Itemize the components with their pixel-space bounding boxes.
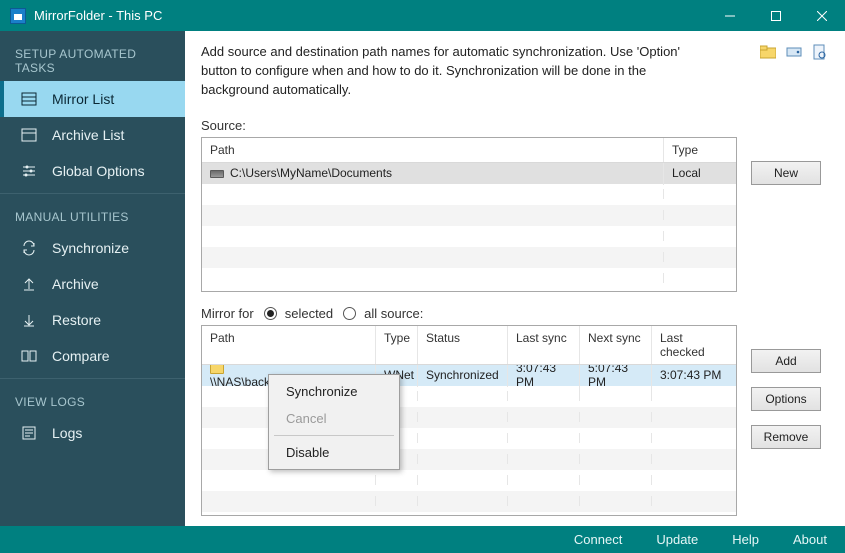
remove-button[interactable]: Remove — [751, 425, 821, 449]
radio-selected[interactable] — [264, 307, 277, 320]
sidebar: SETUP AUTOMATED TASKS Mirror List Archiv… — [0, 31, 185, 526]
sidebar-header-logs: VIEW LOGS — [0, 383, 185, 415]
sidebar-header-setup: SETUP AUTOMATED TASKS — [0, 35, 185, 81]
sidebar-item-archive-list[interactable]: Archive List — [0, 117, 185, 153]
mirror-for-label: Mirror for — [201, 306, 254, 321]
source-grid: Path Type C:\Users\MyName\Documents Loca… — [201, 137, 737, 292]
sliders-icon — [20, 163, 38, 179]
context-menu: Synchronize Cancel Disable — [268, 374, 400, 470]
context-menu-disable[interactable]: Disable — [272, 439, 396, 466]
window-title: MirrorFolder - This PC — [34, 8, 707, 23]
status-connect[interactable]: Connect — [574, 532, 622, 547]
source-label: Source: — [201, 118, 829, 133]
context-menu-separator — [274, 435, 394, 436]
new-button[interactable]: New — [751, 161, 821, 185]
sidebar-divider — [0, 378, 185, 379]
radio-selected-label: selected — [285, 306, 333, 321]
sidebar-item-archive[interactable]: Archive — [0, 266, 185, 302]
radio-all-source[interactable] — [343, 307, 356, 320]
sidebar-item-restore[interactable]: Restore — [0, 302, 185, 338]
mirror-col-last-checked[interactable]: Last checked — [652, 326, 736, 364]
statusbar: Connect Update Help About — [0, 526, 845, 553]
source-row-empty — [202, 226, 736, 247]
mirror-grid: Path Type Status Last sync Next sync Las… — [201, 325, 737, 516]
archive-list-icon — [20, 127, 38, 143]
radio-all-source-label: all source: — [364, 306, 423, 321]
sidebar-item-label: Synchronize — [52, 240, 129, 256]
context-menu-cancel[interactable]: Cancel — [272, 405, 396, 432]
mirror-col-last-sync[interactable]: Last sync — [508, 326, 580, 364]
add-button[interactable]: Add — [751, 349, 821, 373]
sidebar-divider — [0, 193, 185, 194]
mirror-last-sync: 3:07:43 PM — [508, 365, 580, 395]
status-help[interactable]: Help — [732, 532, 759, 547]
drive-icon — [210, 170, 224, 178]
sidebar-item-label: Mirror List — [52, 91, 114, 107]
mirror-col-next-sync[interactable]: Next sync — [580, 326, 652, 364]
main-content: Add source and destination path names fo… — [185, 31, 845, 526]
mirror-status: Synchronized — [418, 365, 508, 388]
source-row-empty — [202, 184, 736, 205]
intro-text: Add source and destination path names fo… — [201, 43, 711, 100]
source-row-empty — [202, 268, 736, 289]
sidebar-item-label: Global Options — [52, 163, 145, 179]
minimize-button[interactable] — [707, 0, 753, 31]
download-icon — [20, 312, 38, 328]
source-row[interactable]: C:\Users\MyName\Documents Local — [202, 163, 736, 184]
sidebar-item-label: Restore — [52, 312, 101, 328]
mirror-col-type[interactable]: Type — [376, 326, 418, 364]
source-path: C:\Users\MyName\Documents — [230, 166, 392, 180]
sidebar-item-label: Archive — [52, 276, 99, 292]
logs-icon — [20, 425, 38, 441]
mirror-row-empty — [202, 491, 736, 512]
app-body: SETUP AUTOMATED TASKS Mirror List Archiv… — [0, 31, 845, 526]
mirror-col-status[interactable]: Status — [418, 326, 508, 364]
mirror-row-empty — [202, 470, 736, 491]
network-drive-icon[interactable] — [785, 43, 803, 61]
mirror-next-sync: 5:07:43 PM — [580, 365, 652, 395]
sidebar-item-label: Archive List — [52, 127, 124, 143]
list-icon — [20, 91, 38, 107]
status-about[interactable]: About — [793, 532, 827, 547]
folder-icon — [210, 365, 224, 374]
titlebar: MirrorFolder - This PC — [0, 0, 845, 31]
sidebar-item-synchronize[interactable]: Synchronize — [0, 230, 185, 266]
settings-doc-icon[interactable] — [811, 43, 829, 61]
source-row-empty — [202, 205, 736, 226]
source-col-path[interactable]: Path — [202, 138, 664, 162]
mirror-col-path[interactable]: Path — [202, 326, 376, 364]
compare-icon — [20, 348, 38, 364]
sidebar-header-manual: MANUAL UTILITIES — [0, 198, 185, 230]
close-button[interactable] — [799, 0, 845, 31]
sidebar-item-mirror-list[interactable]: Mirror List — [0, 81, 185, 117]
sidebar-item-label: Compare — [52, 348, 110, 364]
sidebar-item-logs[interactable]: Logs — [0, 415, 185, 451]
sidebar-item-label: Logs — [52, 425, 82, 441]
mirror-last-checked: 3:07:43 PM — [652, 365, 736, 388]
source-type: Local — [664, 163, 736, 186]
app-icon — [10, 8, 26, 24]
toolbar-icons — [759, 43, 829, 61]
sidebar-item-compare[interactable]: Compare — [0, 338, 185, 374]
status-update[interactable]: Update — [656, 532, 698, 547]
sidebar-item-global-options[interactable]: Global Options — [0, 153, 185, 189]
source-col-type[interactable]: Type — [664, 138, 736, 162]
folder-icon[interactable] — [759, 43, 777, 61]
maximize-button[interactable] — [753, 0, 799, 31]
upload-icon — [20, 276, 38, 292]
context-menu-synchronize[interactable]: Synchronize — [272, 378, 396, 405]
options-button[interactable]: Options — [751, 387, 821, 411]
sync-icon — [20, 240, 38, 256]
mirror-for-row: Mirror for selected all source: — [201, 306, 829, 321]
source-row-empty — [202, 247, 736, 268]
